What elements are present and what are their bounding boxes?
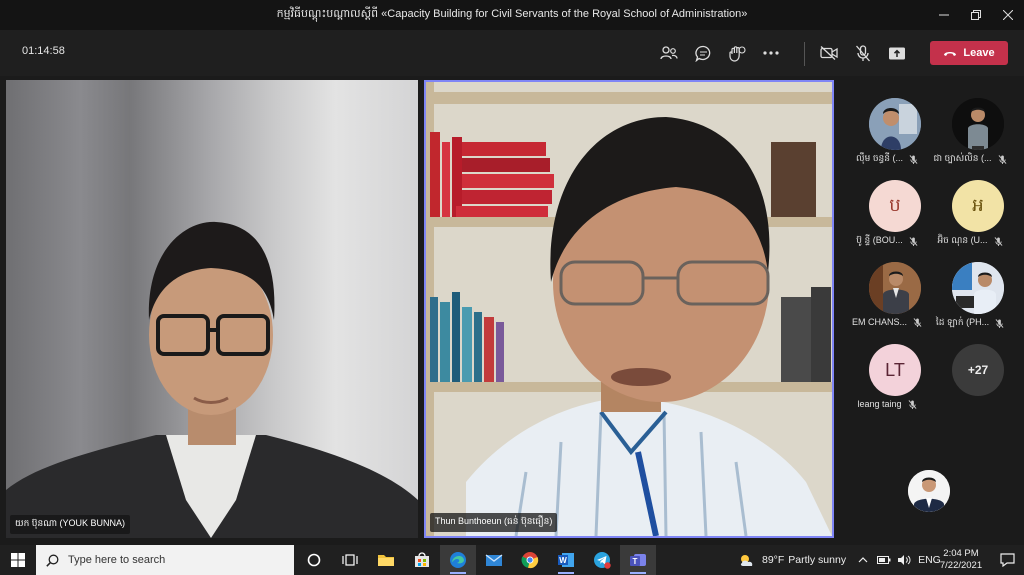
- avatar: [952, 98, 1004, 150]
- windows-start-button[interactable]: [0, 545, 36, 575]
- participants-icon[interactable]: [652, 38, 686, 68]
- system-tray: 89°F Partly sunny ENG: [738, 545, 941, 575]
- meeting-controls: [812, 38, 914, 68]
- speaker-video-feed: [426, 82, 832, 536]
- search-placeholder: Type here to search: [68, 554, 166, 566]
- volume-icon[interactable]: [897, 554, 911, 566]
- store-icon[interactable]: [404, 545, 440, 575]
- more-participants-tile[interactable]: +27: [929, 326, 1011, 406]
- toolbar-divider: [804, 42, 805, 66]
- file-explorer-icon[interactable]: [368, 545, 404, 575]
- partly-sunny-icon: [740, 555, 753, 566]
- chrome-icon[interactable]: [512, 545, 548, 575]
- more-participants-count: +27: [952, 344, 1004, 396]
- participant-tile[interactable]: ជា ច្បាស់លិន (...: [929, 80, 1011, 164]
- avatar-initials: LT: [869, 344, 921, 396]
- weather-temperature[interactable]: 89°F: [762, 554, 784, 566]
- self-view[interactable]: [908, 470, 950, 512]
- maximize-icon[interactable]: [960, 0, 992, 30]
- participant-tile[interactable]: EM CHANS...: [846, 244, 928, 327]
- participant-name-tag: យក ប៊ុនណា (YOUK BUNNA): [10, 515, 131, 534]
- windows-logo-icon: [11, 553, 25, 567]
- weather-description[interactable]: Partly sunny: [788, 554, 846, 566]
- battery-icon[interactable]: [877, 556, 891, 564]
- participant-tile[interactable]: អ អ៊ិច ណុន (U...: [929, 162, 1011, 246]
- taskbar-apps: W T: [296, 545, 656, 575]
- participant-name: leang taing: [857, 399, 902, 409]
- participant-tile[interactable]: ដៃ ឡាក់ (PH...: [929, 244, 1011, 328]
- word-icon[interactable]: W: [548, 545, 584, 575]
- taskbar-clock[interactable]: 2:04 PM 7/22/2021: [933, 548, 989, 572]
- svg-text:W: W: [559, 556, 567, 565]
- avatar-initials: ប: [869, 180, 921, 232]
- svg-text:T: T: [633, 557, 638, 566]
- participant-tile[interactable]: ប ប៊ូ ន្ទី (BOU...: [846, 162, 928, 246]
- telegram-icon[interactable]: [584, 545, 620, 575]
- participant-video-feed: [6, 221, 418, 538]
- clock-time: 2:04 PM: [943, 548, 979, 559]
- window-title: កម្មវិធីបណ្តុះបណ្តាលស្តីពី «Capacity Bui…: [276, 8, 748, 20]
- mic-off-icon: [908, 399, 916, 409]
- taskbar-search-box[interactable]: Type here to search: [36, 545, 294, 575]
- minimize-icon[interactable]: [928, 0, 960, 30]
- search-icon: [46, 554, 59, 567]
- avatar: [869, 262, 921, 314]
- reactions-icon[interactable]: [720, 38, 754, 68]
- meeting-actions: [652, 38, 788, 68]
- cortana-icon[interactable]: [296, 545, 332, 575]
- windows-taskbar: Type here to search W T 89°F Partly sunn…: [0, 545, 1024, 575]
- window-controls: [928, 0, 1024, 30]
- meeting-timer: 01:14:58: [22, 45, 65, 57]
- teams-icon[interactable]: T: [620, 545, 656, 575]
- active-speaker-video[interactable]: Thun Bunthoeun (ធន់ ប៊ុនធឿន): [424, 80, 834, 538]
- meeting-stage: យក ប៊ុនណា (YOUK BUNNA) Thun Bunthoeun (ធ…: [0, 76, 1024, 545]
- share-screen-icon[interactable]: [880, 38, 914, 68]
- participant-tile[interactable]: LT leang taing: [846, 326, 928, 409]
- participant-video[interactable]: យក ប៊ុនណា (YOUK BUNNA): [6, 80, 418, 538]
- avatar-initials: អ: [952, 180, 1004, 232]
- close-icon[interactable]: [992, 0, 1024, 30]
- speaker-name-tag: Thun Bunthoeun (ធន់ ប៊ុនធឿន): [430, 513, 558, 532]
- mail-icon[interactable]: [476, 545, 512, 575]
- camera-off-icon[interactable]: [812, 38, 846, 68]
- chat-icon[interactable]: [686, 38, 720, 68]
- participant-tile[interactable]: ល៉ឹម ចន្ធនី (...: [846, 80, 928, 164]
- mic-off-icon[interactable]: [846, 38, 880, 68]
- avatar: [952, 262, 1004, 314]
- more-options-icon[interactable]: [754, 38, 788, 68]
- meeting-toolbar: 01:14:58 Leave: [0, 30, 1024, 76]
- chevron-up-icon[interactable]: [858, 557, 868, 563]
- edge-icon[interactable]: [440, 545, 476, 575]
- window-titlebar: កម្មវិធីបណ្តុះបណ្តាលស្តីពី «Capacity Bui…: [0, 0, 1024, 30]
- clock-date: 7/22/2021: [939, 560, 983, 571]
- leave-button[interactable]: Leave: [930, 41, 1008, 65]
- avatar: [869, 98, 921, 150]
- participant-roster: ល៉ឹម ចន្ធនី (... ជា ច្បាស់លិន (... ប ប៊ូ…: [838, 76, 1024, 545]
- phone-hangup-icon: [944, 51, 957, 56]
- notification-icon[interactable]: [990, 545, 1024, 575]
- leave-label: Leave: [963, 47, 995, 59]
- task-view-icon[interactable]: [332, 545, 368, 575]
- self-avatar: [908, 470, 950, 512]
